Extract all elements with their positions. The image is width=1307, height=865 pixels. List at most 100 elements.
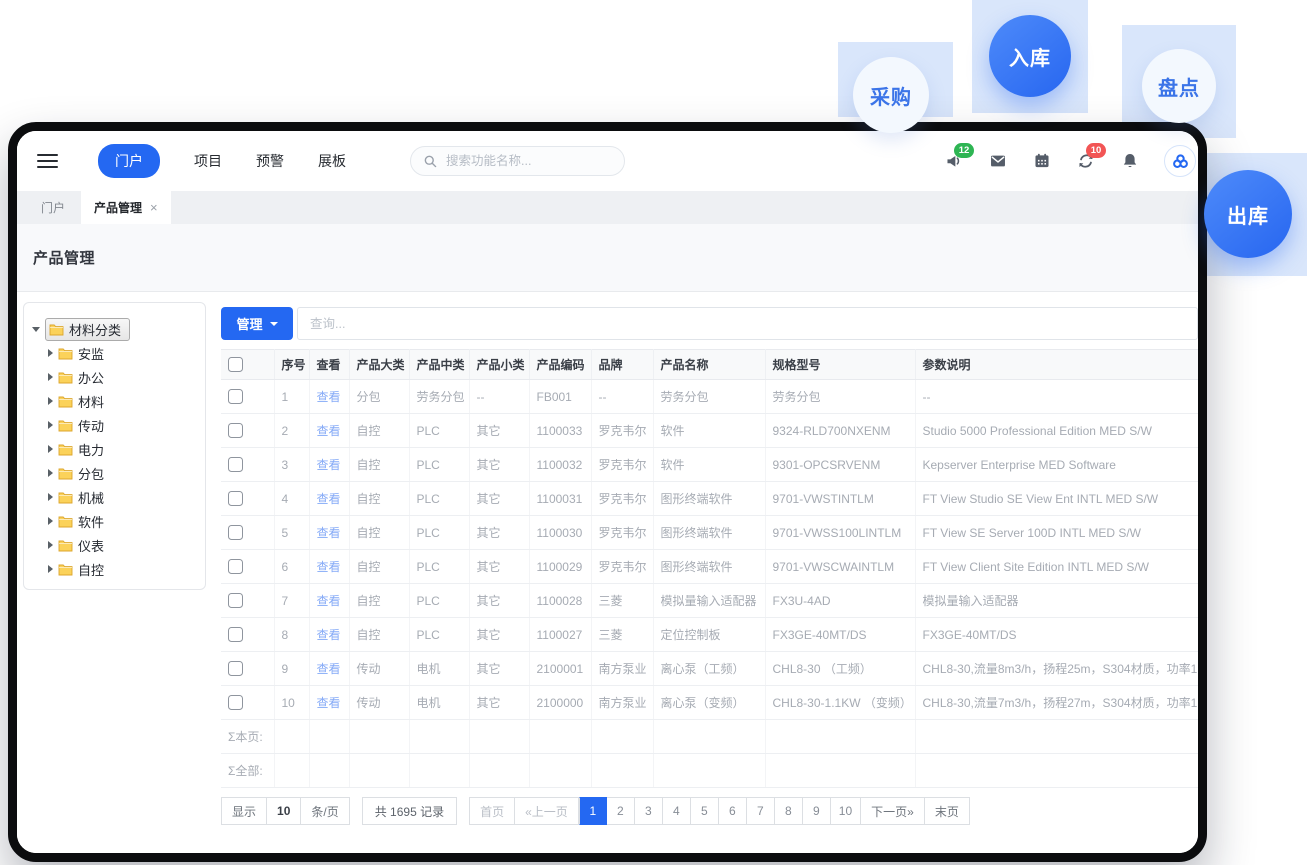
tree-root[interactable]: 材料分类: [32, 317, 197, 341]
tab-home[interactable]: 门户: [31, 191, 75, 224]
manage-button[interactable]: 管理: [221, 307, 293, 340]
expand-arrow-icon[interactable]: [48, 421, 53, 429]
column-header[interactable]: 序号: [274, 350, 309, 380]
search-input[interactable]: [446, 154, 612, 168]
row-checkbox[interactable]: [228, 661, 243, 676]
column-header[interactable]: 品牌: [591, 350, 653, 380]
page-button-6[interactable]: 6: [719, 797, 747, 825]
row-checkbox[interactable]: [228, 559, 243, 574]
tree-item[interactable]: 材料: [32, 389, 197, 413]
page-button-7[interactable]: 7: [747, 797, 775, 825]
outbound-button[interactable]: 出库: [1204, 170, 1292, 258]
expand-arrow-icon[interactable]: [48, 469, 53, 477]
page-button-5[interactable]: 5: [691, 797, 719, 825]
query-input[interactable]: [297, 307, 1198, 340]
sum-cell: [409, 754, 469, 788]
tree-item[interactable]: 安监: [32, 341, 197, 365]
tree-item[interactable]: 软件: [32, 509, 197, 533]
view-link[interactable]: 查看: [317, 560, 341, 574]
row-checkbox[interactable]: [228, 695, 243, 710]
expand-arrow-icon[interactable]: [48, 397, 53, 405]
user-avatar[interactable]: [1164, 145, 1196, 177]
tree-item[interactable]: 机械: [32, 485, 197, 509]
column-header[interactable]: 产品大类: [349, 350, 409, 380]
page-button-2[interactable]: 2: [607, 797, 635, 825]
sync-icon[interactable]: 10: [1076, 151, 1096, 171]
global-search[interactable]: [410, 146, 625, 176]
row-checkbox[interactable]: [228, 491, 243, 506]
expand-arrow-icon[interactable]: [48, 565, 53, 573]
row-checkbox[interactable]: [228, 525, 243, 540]
view-link[interactable]: 查看: [317, 492, 341, 506]
tab-product-management[interactable]: 产品管理 ×: [81, 191, 171, 224]
view-link[interactable]: 查看: [317, 662, 341, 676]
expand-arrow-icon[interactable]: [48, 517, 53, 525]
tree-item[interactable]: 办公: [32, 365, 197, 389]
view-link[interactable]: 查看: [317, 526, 341, 540]
tab-close-icon[interactable]: ×: [150, 201, 158, 214]
view-link[interactable]: 查看: [317, 390, 341, 404]
row-checkbox[interactable]: [228, 457, 243, 472]
tree-item[interactable]: 自控: [32, 557, 197, 581]
column-header[interactable]: 规格型号: [765, 350, 915, 380]
row-checkbox[interactable]: [228, 389, 243, 404]
page-size-select[interactable]: 10: [267, 797, 301, 825]
view-link[interactable]: 查看: [317, 458, 341, 472]
tree-item[interactable]: 分包: [32, 461, 197, 485]
view-link[interactable]: 查看: [317, 696, 341, 710]
view-link[interactable]: 查看: [317, 628, 341, 642]
stocktake-button[interactable]: 盘点: [1142, 49, 1216, 123]
page-button-8[interactable]: 8: [775, 797, 803, 825]
mail-icon[interactable]: [988, 151, 1008, 171]
first-page-button[interactable]: 首页: [469, 797, 515, 825]
last-page-button[interactable]: 末页: [925, 797, 970, 825]
row-checkbox[interactable]: [228, 627, 243, 642]
page-button-9[interactable]: 9: [803, 797, 831, 825]
cell-mid: PLC: [409, 584, 469, 618]
tree-root-selected[interactable]: 材料分类: [45, 318, 130, 341]
column-header[interactable]: 参数说明: [915, 350, 1198, 380]
cell-code: 2100000: [529, 686, 591, 720]
tabbar: 门户 产品管理 ×: [17, 191, 1198, 224]
purchase-button[interactable]: 采购: [853, 57, 929, 133]
nav-item-warning[interactable]: 预警: [256, 151, 284, 171]
row-checkbox[interactable]: [228, 423, 243, 438]
collapse-arrow-icon[interactable]: [32, 327, 40, 332]
row-checkbox[interactable]: [228, 593, 243, 608]
page-button-10[interactable]: 10: [831, 797, 861, 825]
page-button-1[interactable]: 1: [579, 797, 607, 825]
expand-arrow-icon[interactable]: [48, 493, 53, 501]
expand-arrow-icon[interactable]: [48, 541, 53, 549]
bell-icon[interactable]: [1120, 151, 1140, 171]
cell-model: CHL8-30-1.1KW （变频）: [765, 686, 915, 720]
tree-item[interactable]: 仪表: [32, 533, 197, 557]
expand-arrow-icon[interactable]: [48, 373, 53, 381]
tree-root-label: 材料分类: [69, 320, 121, 339]
cell-code: 1100031: [529, 482, 591, 516]
expand-arrow-icon[interactable]: [48, 445, 53, 453]
column-header[interactable]: 产品中类: [409, 350, 469, 380]
announcement-icon[interactable]: 12: [944, 151, 964, 171]
expand-arrow-icon[interactable]: [48, 349, 53, 357]
inbound-button[interactable]: 入库: [989, 15, 1071, 97]
nav-item-portal[interactable]: 门户: [98, 144, 160, 178]
calendar-icon[interactable]: [1032, 151, 1052, 171]
next-page-button[interactable]: 下一页»: [861, 797, 925, 825]
page-button-4[interactable]: 4: [663, 797, 691, 825]
column-header[interactable]: 产品名称: [653, 350, 765, 380]
page-button-3[interactable]: 3: [635, 797, 663, 825]
view-link[interactable]: 查看: [317, 594, 341, 608]
menu-icon[interactable]: [37, 154, 58, 169]
prev-page-button[interactable]: «上一页: [515, 797, 579, 825]
view-link[interactable]: 查看: [317, 424, 341, 438]
nav-item-project[interactable]: 项目: [194, 151, 222, 171]
column-header[interactable]: 产品编码: [529, 350, 591, 380]
tree-item[interactable]: 电力: [32, 437, 197, 461]
nav-item-board[interactable]: 展板: [318, 151, 346, 171]
tree-item[interactable]: 传动: [32, 413, 197, 437]
column-header[interactable]: 产品小类: [469, 350, 529, 380]
cell-brand: 罗克韦尔: [591, 516, 653, 550]
select-all-checkbox[interactable]: [228, 357, 243, 372]
cell-sub: 其它: [469, 652, 529, 686]
column-header[interactable]: 查看: [309, 350, 349, 380]
